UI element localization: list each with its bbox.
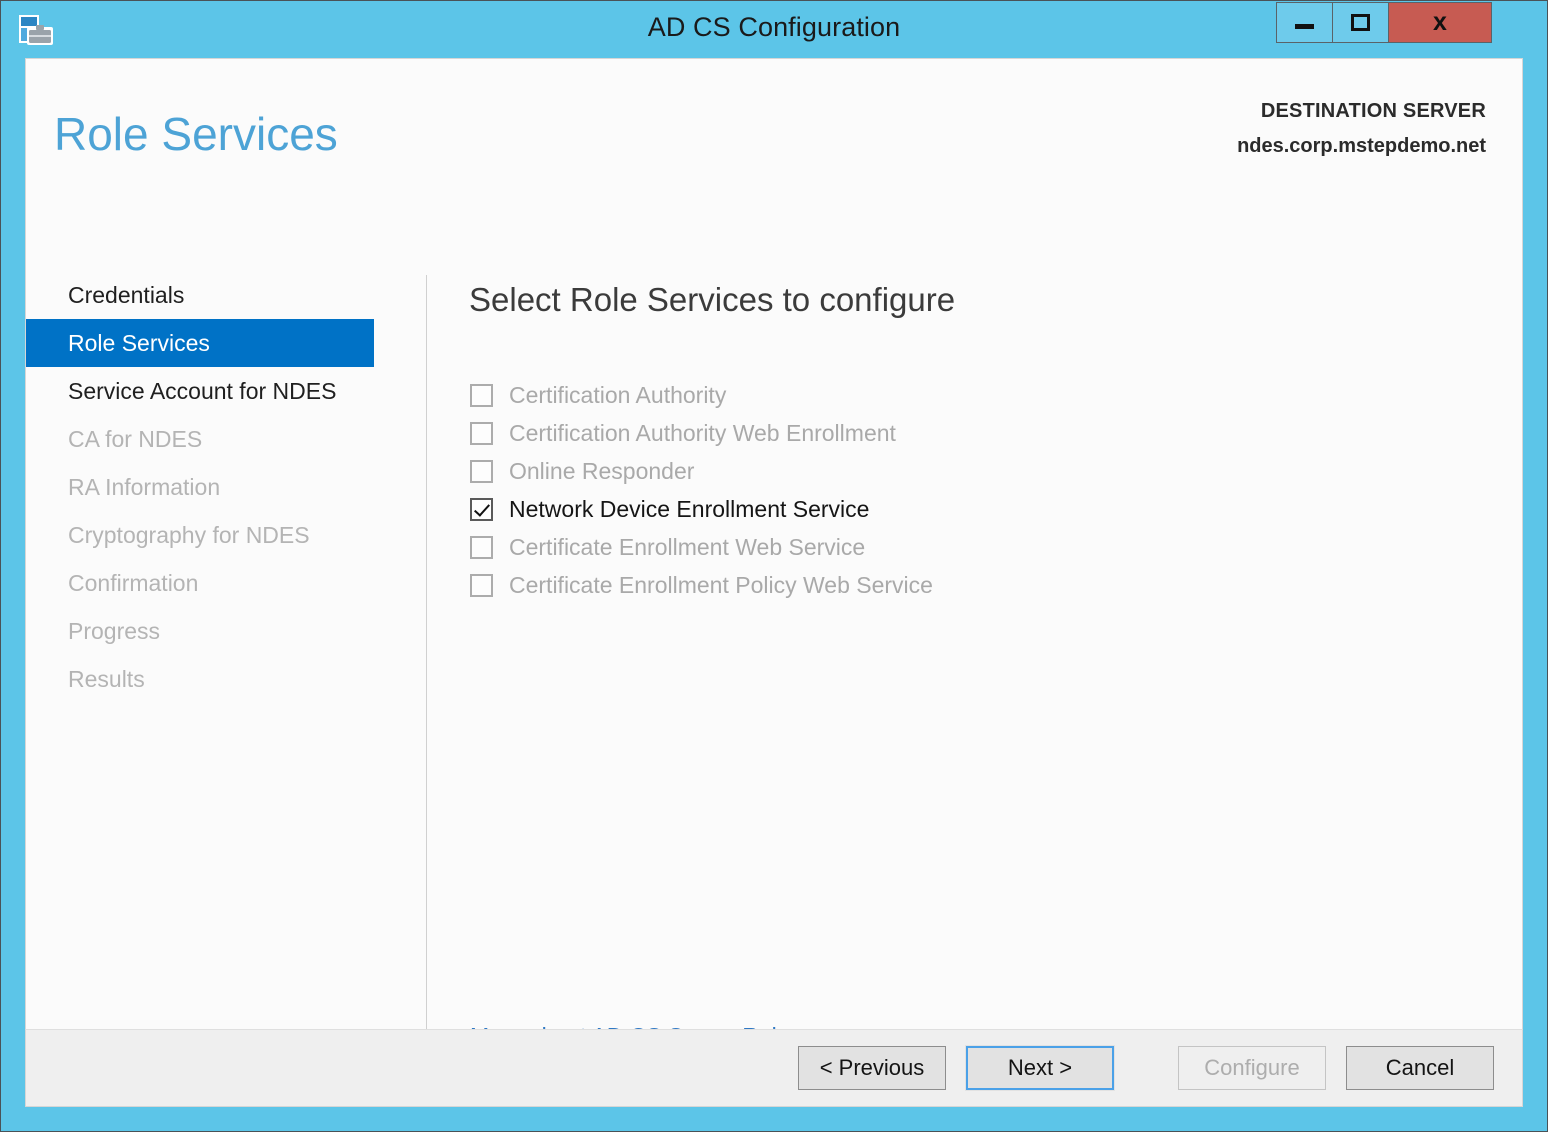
destination-server-name: ndes.corp.mstepdemo.net	[1237, 135, 1486, 158]
configure-button: Configure	[1178, 1046, 1326, 1090]
sidebar-item-ca-for-ndes: CA for NDES	[26, 415, 426, 463]
wizard-footer: < Previous Next > Configure Cancel	[25, 1029, 1523, 1107]
content-heading: Select Role Services to configure	[469, 281, 955, 319]
content-divider	[426, 275, 427, 1050]
sidebar-item-cryptography-for-ndes: Cryptography for NDES	[26, 511, 426, 559]
sidebar-item-label: Credentials	[68, 282, 184, 308]
role-service-row-certificate-enrollment-web-service: Certificate Enrollment Web Service	[470, 528, 1470, 566]
sidebar-item-label: RA Information	[68, 474, 220, 500]
sidebar-item-role-services[interactable]: Role Services	[26, 319, 374, 367]
sidebar-item-confirmation: Confirmation	[26, 559, 426, 607]
window-controls: x	[1277, 2, 1492, 43]
page-title: Role Services	[54, 107, 338, 161]
sidebar-item-label: Confirmation	[68, 570, 198, 596]
sidebar-item-progress: Progress	[26, 607, 426, 655]
maximize-button[interactable]	[1332, 2, 1389, 43]
configure-button-label: Configure	[1204, 1055, 1299, 1081]
minimize-button[interactable]	[1276, 2, 1333, 43]
previous-button[interactable]: < Previous	[798, 1046, 946, 1090]
previous-button-label: < Previous	[820, 1055, 925, 1081]
role-service-label: Certification Authority Web Enrollment	[509, 420, 896, 447]
role-services-checkbox-list: Certification Authority Certification Au…	[470, 376, 1470, 604]
sidebar-item-credentials[interactable]: Credentials	[26, 271, 426, 319]
close-button[interactable]: x	[1388, 2, 1492, 43]
checkbox-certificate-enrollment-web-service	[470, 536, 493, 559]
cancel-button-label: Cancel	[1386, 1055, 1454, 1081]
checkbox-certificate-enrollment-policy-web-service	[470, 574, 493, 597]
minimize-icon	[1295, 24, 1314, 29]
page-header: Role Services DESTINATION SERVER ndes.co…	[26, 59, 1522, 211]
role-service-label: Certificate Enrollment Policy Web Servic…	[509, 572, 933, 599]
sidebar-item-service-account-for-ndes[interactable]: Service Account for NDES	[26, 367, 426, 415]
close-icon: x	[1433, 10, 1447, 35]
role-service-row-certification-authority-web-enrollment: Certification Authority Web Enrollment	[470, 414, 1470, 452]
footer-button-row: < Previous Next > Configure Cancel	[778, 1046, 1494, 1090]
sidebar-item-label: Service Account for NDES	[68, 378, 336, 404]
next-button[interactable]: Next >	[966, 1046, 1114, 1090]
maximize-icon	[1351, 14, 1370, 31]
sidebar-item-label: Cryptography for NDES	[68, 522, 310, 548]
checkbox-network-device-enrollment-service[interactable]	[470, 498, 493, 521]
role-service-label: Certificate Enrollment Web Service	[509, 534, 865, 561]
role-service-row-online-responder: Online Responder	[470, 452, 1470, 490]
sidebar-item-results: Results	[26, 655, 426, 703]
checkbox-certification-authority-web-enrollment	[470, 422, 493, 445]
wizard-client-area: Role Services DESTINATION SERVER ndes.co…	[25, 58, 1523, 1083]
sidebar-item-label: CA for NDES	[68, 426, 202, 452]
role-service-row-certificate-enrollment-policy-web-service: Certificate Enrollment Policy Web Servic…	[470, 566, 1470, 604]
sidebar-item-label: Results	[68, 666, 145, 692]
sidebar-item-label: Progress	[68, 618, 160, 644]
sidebar-item-label: Role Services	[68, 330, 210, 356]
role-service-row-certification-authority: Certification Authority	[470, 376, 1470, 414]
role-service-row-network-device-enrollment-service[interactable]: Network Device Enrollment Service	[470, 490, 1470, 528]
wizard-step-list: Credentials Role Services Service Accoun…	[26, 271, 426, 703]
destination-server-block: DESTINATION SERVER ndes.corp.mstepdemo.n…	[1237, 100, 1486, 158]
role-service-label: Network Device Enrollment Service	[509, 496, 869, 523]
sidebar-item-ra-information: RA Information	[26, 463, 426, 511]
title-bar: AD CS Configuration x	[1, 1, 1547, 58]
checkbox-certification-authority	[470, 384, 493, 407]
next-button-label: Next >	[1008, 1055, 1072, 1081]
ad-cs-configuration-window: AD CS Configuration x Role Services DEST…	[0, 0, 1548, 1132]
cancel-button[interactable]: Cancel	[1346, 1046, 1494, 1090]
role-service-label: Certification Authority	[509, 382, 726, 409]
checkbox-online-responder	[470, 460, 493, 483]
role-service-label: Online Responder	[509, 458, 694, 485]
destination-server-label: DESTINATION SERVER	[1237, 100, 1486, 123]
